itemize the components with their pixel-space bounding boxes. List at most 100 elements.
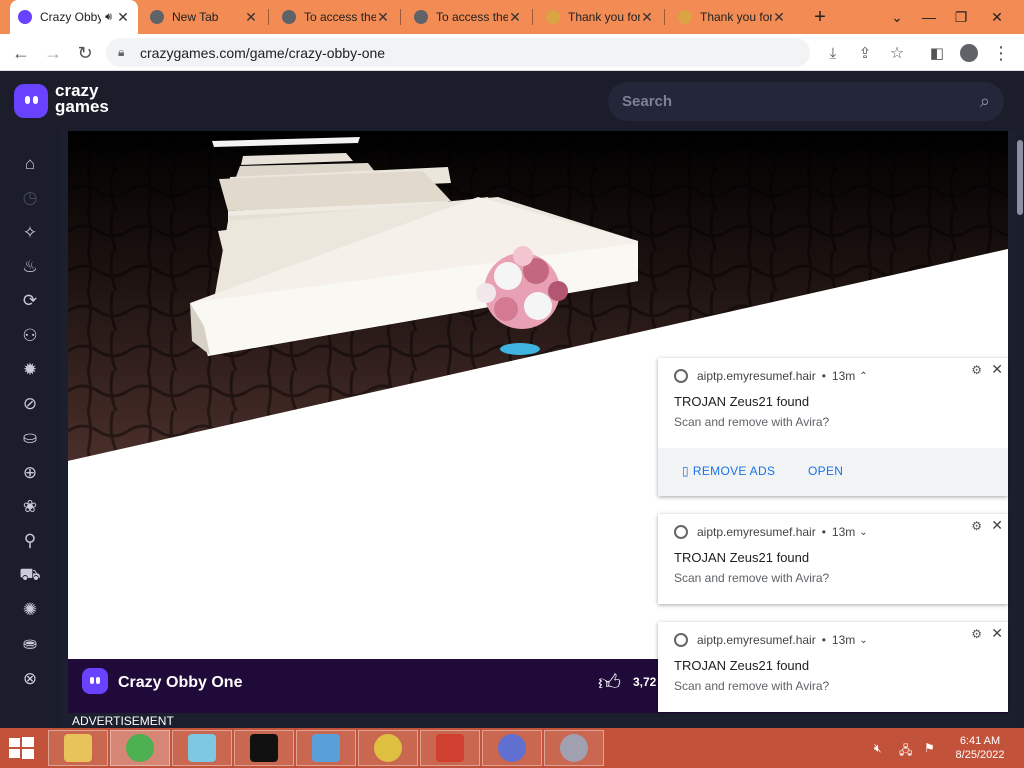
taskbar-app-control-panel[interactable] — [296, 730, 356, 766]
gear-icon[interactable]: ⚙ — [971, 627, 982, 641]
browser-tab[interactable]: To access the ✕ — [274, 0, 398, 34]
sidebar-item-updated[interactable]: ⟳ — [15, 286, 45, 316]
sidebar-item-recent[interactable]: ◷ — [15, 183, 45, 213]
chevron-up-icon[interactable]: ⌃ — [859, 371, 867, 382]
tab-close-icon[interactable]: ✕ — [116, 9, 130, 26]
notification-title: TROJAN Zeus21 found — [674, 550, 810, 565]
taskbar-app-media-player[interactable] — [482, 730, 542, 766]
sidebar-item-driving[interactable]: ⊗ — [15, 664, 45, 694]
notification-message: Scan and remove with Avira? — [674, 679, 830, 693]
browser-tab[interactable]: Thank you for ✕ — [670, 0, 794, 34]
adventure-icon: ⊘ — [22, 394, 38, 414]
recent-icon: ◷ — [22, 188, 38, 208]
notification-card[interactable]: aiptp.emyresumef.hair • 13m ⌄ ⚙ ✕ TROJAN Zeus2… — [658, 514, 1008, 604]
volume-muted-icon[interactable]: 🔇︎ — [874, 741, 882, 756]
browser-tab[interactable]: New Tab ✕ — [142, 0, 266, 34]
tab-close-icon[interactable]: ✕ — [640, 9, 654, 26]
forward-button[interactable]: → — [40, 40, 66, 66]
close-icon[interactable]: ✕ — [991, 625, 1003, 642]
gear-icon[interactable]: ⚙ — [971, 519, 982, 533]
taskbar-app-notes[interactable] — [172, 730, 232, 766]
gear-icon[interactable]: ⚙ — [971, 363, 982, 377]
dvd-icon — [560, 734, 588, 762]
taskbar-app-disc[interactable] — [358, 730, 418, 766]
tab-favicon-icon — [546, 10, 560, 24]
network-icon[interactable]: 🖧 — [899, 741, 912, 762]
search-input[interactable] — [622, 93, 980, 110]
reload-button[interactable]: ↻ — [72, 40, 98, 66]
bike-icon: ⚲ — [23, 531, 37, 551]
notification-card[interactable]: aiptp.emyresumef.hair • 13m ⌄ ⚙ ✕ TROJAN Zeus2… — [658, 622, 1008, 712]
new-tab-button[interactable]: + — [803, 0, 837, 34]
notification-card[interactable]: aiptp.emyresumef.hair • 13m ⌃ ⚙ ✕ TROJAN Zeus2… — [658, 358, 1008, 496]
taskbar-app-dvd[interactable] — [544, 730, 604, 766]
restore-button[interactable]: ❐ — [944, 0, 978, 34]
sidebar-item-action[interactable]: ✹ — [15, 355, 45, 385]
close-icon[interactable]: ✕ — [991, 361, 1003, 378]
close-icon[interactable]: ✕ — [991, 517, 1003, 534]
sidebar-item-new[interactable]: ✧ — [15, 218, 45, 248]
browser-tab[interactable]: Crazy Obby One🔊︎ ✕ — [10, 0, 138, 34]
bullet: • — [821, 633, 826, 647]
share-button[interactable]: ⇪ — [852, 40, 878, 66]
close-window-button[interactable]: ✕ — [980, 0, 1014, 34]
sidebar-item-sports[interactable]: ⊕ — [15, 458, 45, 488]
address-bar[interactable]: 🔒︎ crazygames.com/game/crazy-obby-one — [106, 38, 810, 67]
site-logo[interactable]: crazy games — [55, 82, 109, 116]
beauty-icon: ❀ — [22, 497, 38, 516]
tab-title: To access the — [304, 10, 376, 24]
windows-logo-icon — [9, 737, 34, 759]
start-button[interactable] — [6, 734, 36, 762]
clock-time: 6:41 AM — [959, 735, 1001, 747]
search-icon[interactable]: ⌕ — [980, 91, 990, 112]
minimize-button[interactable]: — — [912, 0, 946, 34]
taskbar-app-windows-flag[interactable] — [420, 730, 480, 766]
like-button[interactable]: 👍︎ — [598, 669, 621, 696]
chevron-down-icon[interactable]: ⌄ — [859, 527, 867, 538]
tab-close-icon[interactable]: ✕ — [376, 9, 390, 26]
tab-close-icon[interactable]: ✕ — [772, 9, 786, 26]
menu-button[interactable]: ⋮ — [988, 40, 1014, 66]
sidebar-item-casual[interactable]: ⛀ — [15, 423, 45, 453]
back-button[interactable]: ← — [8, 40, 34, 66]
side-panel-button[interactable]: ◧ — [924, 40, 950, 66]
action-center-icon[interactable]: ⚑ — [924, 741, 935, 755]
tab-title: New Tab — [172, 10, 219, 24]
taskbar-app-7zip[interactable] — [234, 730, 294, 766]
chrome-icon — [674, 369, 688, 383]
browser-tab[interactable]: Thank you for ✕ — [538, 0, 662, 34]
speaker-icon[interactable]: 🔊︎ — [105, 11, 112, 24]
download-button[interactable]: ⤓ — [820, 40, 846, 66]
crazygames-logo-icon[interactable] — [14, 84, 48, 118]
notification-title: TROJAN Zeus21 found — [674, 658, 810, 673]
taskbar-app-file-explorer[interactable] — [48, 730, 108, 766]
sidebar-item-clicker[interactable]: ✺ — [15, 595, 45, 625]
sidebar-item-multiplayer[interactable]: ⚇ — [15, 321, 45, 351]
chevron-down-icon[interactable]: ⌄ — [859, 635, 867, 646]
sidebar-item-io[interactable]: ⛂ — [15, 629, 45, 659]
url-text: crazygames.com/game/crazy-obby-one — [140, 44, 386, 61]
crazygames-small-logo-icon — [82, 668, 108, 694]
new-icon: ✧ — [22, 222, 38, 242]
control-panel-icon — [312, 734, 340, 762]
sidebar-item-trending[interactable]: ♨ — [15, 252, 45, 282]
logo-line-2: games — [55, 97, 109, 116]
sidebar-item-car[interactable]: ⛟ — [15, 561, 45, 591]
remove-ads-button[interactable]: ▯ REMOVE ADS — [682, 464, 775, 478]
io-icon: ⛂ — [22, 634, 38, 654]
scrollbar-thumb[interactable] — [1017, 140, 1023, 215]
sidebar-item-beauty[interactable]: ❀ — [15, 492, 45, 522]
bookmark-button[interactable]: ☆ — [884, 40, 910, 66]
tab-close-icon[interactable]: ✕ — [244, 9, 258, 26]
taskbar-app-chrome[interactable] — [110, 730, 170, 766]
sidebar-item-bike[interactable]: ⚲ — [15, 526, 45, 556]
reload-icon: ↻ — [77, 42, 93, 63]
browser-tab[interactable]: To access the ✕ — [406, 0, 530, 34]
sidebar-item-home[interactable]: ⌂ — [15, 149, 45, 179]
tab-search-button[interactable]: ⌄ — [880, 0, 914, 34]
sidebar-item-adventure[interactable]: ⊘ — [15, 389, 45, 419]
tab-close-icon[interactable]: ✕ — [508, 9, 522, 26]
profile-button[interactable] — [956, 40, 982, 66]
open-button[interactable]: OPEN — [808, 464, 843, 478]
system-clock[interactable]: 6:41 AM 8/25/2022 — [950, 734, 1010, 762]
